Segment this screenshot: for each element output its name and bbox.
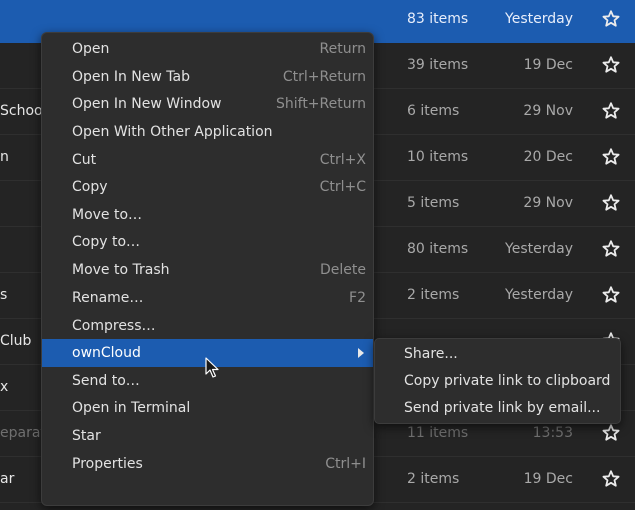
star-outline-icon[interactable] bbox=[600, 284, 622, 306]
file-modified-date: 20 Dec bbox=[523, 149, 573, 165]
star-outline-icon[interactable] bbox=[600, 192, 622, 214]
menu-item-compress[interactable]: Compress… bbox=[42, 312, 373, 340]
file-modified-date: 29 Nov bbox=[523, 195, 573, 211]
star-outline-icon[interactable] bbox=[600, 422, 622, 444]
menu-item-label: Properties bbox=[72, 456, 143, 472]
submenu-item-share[interactable]: Share... bbox=[375, 341, 620, 368]
menu-item-label: Compress… bbox=[72, 318, 156, 334]
file-modified-date: 29 Nov bbox=[523, 103, 573, 119]
star-outline-icon[interactable] bbox=[600, 468, 622, 490]
file-size: 6 items bbox=[407, 103, 460, 119]
file-name: n bbox=[0, 149, 9, 165]
star-outline-icon[interactable] bbox=[600, 238, 622, 260]
menu-item-open-in-terminal[interactable]: Open in Terminal bbox=[42, 394, 373, 422]
submenu-item-label: Share... bbox=[404, 346, 458, 362]
menu-item-copy[interactable]: Copy Ctrl+C bbox=[42, 173, 373, 201]
file-name: s bbox=[0, 287, 8, 303]
file-size: 10 items bbox=[407, 149, 469, 165]
menu-item-label: Open In New Window bbox=[72, 96, 222, 112]
context-menu: Open Return Open In New Tab Ctrl+Return Open… bbox=[41, 32, 374, 506]
menu-item-label: Send to… bbox=[72, 373, 140, 389]
menu-item-label: ownCloud bbox=[72, 345, 141, 361]
menu-item-label: Star bbox=[72, 428, 101, 444]
file-size: 80 items bbox=[407, 241, 469, 257]
submenu-item-send-private-link-by-email[interactable]: Send private link by email... bbox=[375, 395, 620, 422]
menu-item-label: Copy to… bbox=[72, 234, 141, 250]
file-name: Schoo bbox=[0, 103, 43, 119]
menu-item-shortcut: Ctrl+I bbox=[325, 456, 366, 472]
menu-item-properties[interactable]: Properties Ctrl+I bbox=[42, 450, 373, 478]
menu-item-copy-to[interactable]: Copy to… bbox=[42, 228, 373, 256]
file-modified-date: 19 Dec bbox=[523, 471, 573, 487]
submenu-item-label: Copy private link to clipboard bbox=[404, 373, 611, 389]
menu-item-cut[interactable]: Cut Ctrl+X bbox=[42, 146, 373, 174]
menu-item-label: Cut bbox=[72, 152, 97, 168]
star-outline-icon[interactable] bbox=[600, 54, 622, 76]
file-modified-date: Yesterday bbox=[505, 287, 573, 303]
file-modified-date: 19 Dec bbox=[523, 57, 573, 73]
file-name: ar bbox=[0, 471, 15, 487]
file-size: 39 items bbox=[407, 57, 469, 73]
menu-item-label: Rename… bbox=[72, 290, 144, 306]
menu-item-shortcut: Ctrl+Return bbox=[282, 69, 366, 85]
star-outline-icon[interactable] bbox=[600, 146, 622, 168]
menu-item-label: Open In New Tab bbox=[72, 69, 190, 85]
file-size: 83 items bbox=[407, 11, 469, 27]
menu-item-move-to[interactable]: Move to… bbox=[42, 201, 373, 229]
menu-item-open-with-other-application[interactable]: Open With Other Application bbox=[42, 118, 373, 146]
submenu-arrow-icon bbox=[358, 348, 364, 358]
menu-item-label: Open With Other Application bbox=[72, 124, 273, 140]
menu-item-star[interactable]: Star bbox=[42, 422, 373, 450]
file-size: 2 items bbox=[407, 471, 460, 487]
star-outline-icon[interactable] bbox=[600, 8, 622, 30]
file-name: x bbox=[0, 379, 9, 395]
file-size: 2 items bbox=[407, 287, 460, 303]
menu-item-label: Open bbox=[72, 41, 110, 57]
menu-item-shortcut: Ctrl+X bbox=[319, 152, 366, 168]
star-outline-icon[interactable] bbox=[600, 100, 622, 122]
menu-item-label: Move to Trash bbox=[72, 262, 170, 278]
menu-item-rename[interactable]: Rename… F2 bbox=[42, 284, 373, 312]
menu-item-shortcut: F2 bbox=[349, 290, 366, 306]
menu-item-label: Copy bbox=[72, 179, 108, 195]
menu-item-label: Move to… bbox=[72, 207, 143, 223]
file-size: 5 items bbox=[407, 195, 460, 211]
menu-item-open-in-new-window[interactable]: Open In New Window Shift+Return bbox=[42, 90, 373, 118]
file-modified-date: Yesterday bbox=[505, 241, 573, 257]
menu-item-open-in-new-tab[interactable]: Open In New Tab Ctrl+Return bbox=[42, 63, 373, 91]
menu-item-shortcut: Return bbox=[319, 41, 366, 57]
menu-item-move-to-trash[interactable]: Move to Trash Delete bbox=[42, 256, 373, 284]
file-modified-date: Yesterday bbox=[505, 11, 573, 27]
file-name: Club bbox=[0, 333, 32, 349]
owncloud-submenu: Share... Copy private link to clipboard Se… bbox=[374, 338, 621, 424]
menu-item-shortcut: Delete bbox=[320, 262, 366, 278]
menu-item-shortcut: Shift+Return bbox=[275, 96, 366, 112]
menu-item-label: Open in Terminal bbox=[72, 400, 191, 416]
menu-item-shortcut: Ctrl+C bbox=[319, 179, 366, 195]
submenu-item-label: Send private link by email... bbox=[404, 400, 601, 416]
mouse-pointer-icon bbox=[205, 357, 219, 378]
submenu-item-copy-private-link-to-clipboard[interactable]: Copy private link to clipboard bbox=[375, 368, 620, 395]
menu-item-open[interactable]: Open Return bbox=[42, 35, 373, 63]
